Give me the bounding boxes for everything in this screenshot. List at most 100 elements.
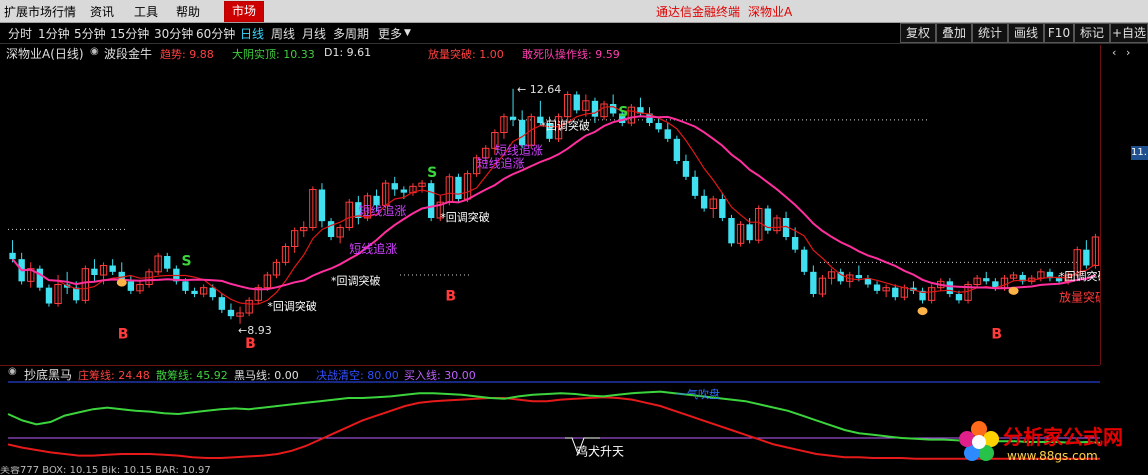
yiqi-label: 一气吹盘 <box>676 387 720 401</box>
candle-body <box>955 294 963 301</box>
candle-body <box>946 281 954 294</box>
sub-indicator-toggle-icon[interactable]: ◉ <box>8 366 17 377</box>
candle-body <box>801 249 808 272</box>
buy-signal-label: B <box>991 326 1002 342</box>
period-tab-60min[interactable]: 60分钟 <box>196 25 235 42</box>
candle-body <box>209 287 216 298</box>
menu-item-news[interactable]: 资讯 <box>90 3 114 20</box>
volume-break-label: 放量突破 <box>1059 290 1100 305</box>
sell-signal-label: S <box>427 165 437 181</box>
low-price-label: ←8.93 <box>238 324 272 337</box>
market-tab[interactable]: 市场 <box>224 1 264 22</box>
candle-body <box>655 123 662 130</box>
candle-body <box>9 252 16 260</box>
pullback-break-label: *回调突破 <box>267 299 317 313</box>
logo-title: 分析家公式网 <box>1003 425 1123 449</box>
menu-item-extended-market[interactable]: 扩展市场行情 <box>4 3 76 20</box>
indicator-toggle-icon[interactable]: ◉ <box>90 46 99 57</box>
candle-body <box>227 309 235 317</box>
candle-body <box>182 281 189 291</box>
candle-body <box>127 281 135 291</box>
period-tab-weekly[interactable]: 周线 <box>271 25 295 42</box>
candle-body <box>983 278 990 282</box>
buy-signal-label: B <box>118 326 129 342</box>
candle-body <box>855 275 863 279</box>
menu-item-tools[interactable]: 工具 <box>134 3 158 20</box>
flower-logo-icon <box>959 421 999 461</box>
candle-body <box>455 176 462 199</box>
candle-body <box>509 116 517 120</box>
candle-body <box>45 287 53 304</box>
candle-body <box>164 256 171 269</box>
pullback-break-label: *回调突破 <box>331 274 381 288</box>
price-axis-tag: 11. <box>1131 146 1148 160</box>
buy-signal-label: B <box>445 288 456 304</box>
san-chip-line <box>7 390 1100 444</box>
candle-body <box>700 195 708 209</box>
candle-body <box>573 94 580 111</box>
candle-body <box>391 183 398 190</box>
candle-body <box>427 183 435 218</box>
accumulation-dot <box>1008 286 1019 295</box>
candle-body <box>36 268 44 288</box>
period-tab-monthly[interactable]: 月线 <box>302 25 326 42</box>
period-tab-15min[interactable]: 15分钟 <box>110 25 149 42</box>
logo-url: www.88gs.com <box>1007 449 1098 463</box>
zhuang-chip-line <box>7 396 1100 460</box>
candle-body <box>810 271 817 294</box>
candle-body <box>682 161 690 177</box>
sub-indicator-chart[interactable]: 鸡犬升天 一气吹盘 <box>0 380 1100 468</box>
candle-body <box>318 189 326 222</box>
short-chase-label: 短线追涨 <box>358 203 406 218</box>
price-axis-divider <box>1100 45 1101 365</box>
menu-bar: 扩展市场行情 资讯 工具 帮助 市场 通达信金融终端 深物业A <box>0 0 1148 23</box>
candlestick-chart[interactable]: ← 12.64←8.93*回调突破*回调突破*回调突破*回调突破短线追涨短线追涨… <box>0 60 1100 365</box>
mark-button[interactable]: 标记 <box>1074 23 1110 43</box>
accumulation-dot <box>917 307 928 316</box>
d1-label: D1: 9.61 <box>324 46 372 59</box>
long-ma-line <box>11 115 1096 291</box>
pullback-break-label: *回调突破 <box>1059 269 1100 283</box>
sell-signal-label: S <box>181 254 191 270</box>
add-watchlist-button[interactable]: +自选 <box>1110 23 1148 43</box>
overlay-button[interactable]: 叠加 <box>936 23 972 43</box>
period-tab-5min[interactable]: 5分钟 <box>74 25 106 42</box>
candle-body <box>609 104 617 114</box>
period-tab-daily[interactable]: 日线 <box>240 25 264 42</box>
adjust-button[interactable]: 复权 <box>900 23 936 43</box>
candle-body <box>327 221 335 237</box>
candle-body <box>1083 249 1090 266</box>
menu-item-help[interactable]: 帮助 <box>176 3 200 20</box>
buy-signal-label: B <box>245 336 256 352</box>
main-indicator-header: 深物业A(日线) ◉ 波段金牛 趋势: 9.88 大阴实顶: 10.33 D1:… <box>0 45 1148 61</box>
candle-body <box>218 297 226 310</box>
period-tab-30min[interactable]: 30分钟 <box>154 25 193 42</box>
f10-button[interactable]: F10 <box>1044 23 1074 43</box>
period-tab-intraday[interactable]: 分时 <box>8 25 32 42</box>
candle-body <box>109 265 116 272</box>
chevron-down-icon[interactable]: ▼ <box>404 28 411 38</box>
short-chase-label: 短线追涨 <box>495 143 543 158</box>
short-chase-label: 短线追涨 <box>349 241 397 256</box>
period-tab-more[interactable]: 更多 <box>378 25 402 42</box>
candle-body <box>664 129 671 139</box>
candle-body <box>673 138 681 161</box>
bottom-indicator-header: 芙蓉777 BOX: 10.15 Bik: 10.15 BAR: 10.97 <box>0 466 211 475</box>
draw-line-button[interactable]: 画线 <box>1008 23 1044 43</box>
scroll-left-icon[interactable]: ‹ <box>1112 46 1116 59</box>
period-tab-1min[interactable]: 1分钟 <box>38 25 70 42</box>
accumulation-dot <box>116 278 127 287</box>
sell-signal-label: S <box>618 105 628 121</box>
candle-body <box>400 189 408 193</box>
scroll-right-icon[interactable]: › <box>1126 46 1130 59</box>
pullback-break-label: *回调突破 <box>540 118 590 132</box>
candle-body <box>719 199 726 218</box>
candle-body <box>873 284 881 291</box>
candle-body <box>746 224 753 241</box>
pullback-break-label: *回调突破 <box>440 210 490 224</box>
period-tab-multi[interactable]: 多周期 <box>333 25 369 42</box>
candle-body <box>691 176 699 196</box>
watermark-logo: 分析家公式网 www.88gs.com <box>957 417 1142 471</box>
stats-button[interactable]: 统计 <box>972 23 1008 43</box>
high-price-label: ← 12.64 <box>517 83 561 96</box>
